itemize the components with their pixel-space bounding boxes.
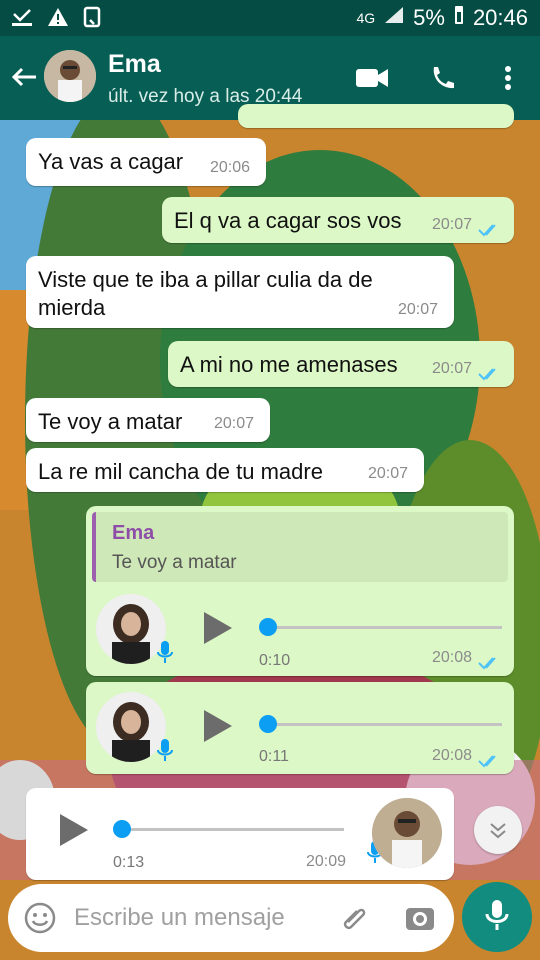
nfc-icon: [82, 6, 106, 34]
attach-icon[interactable]: [338, 902, 370, 939]
voice-duration: 0:11: [259, 748, 289, 765]
message-text: Te voy a matar: [38, 409, 183, 434]
status-time: 20:46: [472, 5, 528, 30]
message-outgoing[interactable]: A mi no me amenases 20:07: [168, 341, 514, 387]
message-time: 20:07: [397, 301, 438, 318]
audio-progress-handle[interactable]: [113, 820, 131, 838]
audio-track[interactable]: [122, 828, 344, 831]
message-incoming[interactable]: Viste que te iba a pillar culia da de mi…: [26, 256, 454, 328]
more-icon[interactable]: [490, 60, 526, 96]
message-input[interactable]: [72, 902, 326, 934]
message-text: Ya vas a cagar: [38, 149, 184, 174]
play-button[interactable]: [204, 612, 232, 644]
voice-message-outgoing[interactable]: Ema Te voy a matar 0:10 20:08: [86, 506, 514, 676]
read-ticks-icon: [478, 748, 502, 768]
play-button[interactable]: [204, 710, 232, 742]
message-line-1: Viste que te iba a pillar culia da de: [38, 267, 373, 292]
signal-icon: [383, 5, 405, 31]
message-text: Viste que te iba a pillar culia da de mi…: [38, 266, 373, 322]
audio-track[interactable]: [268, 626, 502, 629]
mic-icon: [484, 898, 510, 937]
contact-avatar[interactable]: [44, 50, 96, 102]
back-icon[interactable]: [10, 62, 40, 92]
voice-duration: 0:13: [113, 854, 145, 871]
scroll-down-button[interactable]: [474, 806, 522, 854]
message-time: 20:07: [431, 360, 472, 377]
message-time: 20:07: [431, 216, 472, 233]
audio-track[interactable]: [268, 723, 502, 726]
mic-icon: [156, 738, 174, 768]
contact-name[interactable]: Ema: [108, 50, 161, 79]
read-ticks-icon: [478, 217, 502, 237]
play-button[interactable]: [60, 814, 88, 846]
phone-icon[interactable]: [424, 60, 460, 96]
message-time: 20:07: [367, 465, 408, 482]
voice-message-incoming[interactable]: 0:13 20:09: [26, 788, 454, 880]
read-ticks-icon: [478, 650, 502, 670]
network-type: 4G: [356, 10, 376, 26]
status-bar: 4G 5% 20:46: [0, 0, 540, 36]
download-icon: [10, 6, 34, 34]
voice-record-button[interactable]: [462, 882, 532, 952]
message-time: 20:08: [431, 649, 472, 666]
voice-duration: 0:10: [259, 652, 291, 669]
message-time: 20:09: [305, 853, 346, 870]
message-incoming[interactable]: La re mil cancha de tu madre 20:07: [26, 448, 424, 492]
message-incoming[interactable]: Te voy a matar 20:07: [26, 398, 270, 442]
quoted-sender: Ema: [112, 522, 155, 544]
audio-progress-handle[interactable]: [259, 618, 277, 636]
message-incoming[interactable]: Ya vas a cagar 20:06: [26, 138, 266, 186]
video-call-icon[interactable]: [354, 60, 390, 96]
message-bubble-partial[interactable]: [238, 104, 514, 128]
message-composer: [8, 884, 454, 952]
battery-percent: 5%: [413, 5, 445, 30]
message-time: 20:08: [431, 747, 472, 764]
audio-progress-handle[interactable]: [259, 715, 277, 733]
camera-icon[interactable]: [404, 902, 436, 939]
quoted-text: Te voy a matar: [112, 552, 237, 573]
warning-icon: [46, 6, 70, 34]
message-outgoing[interactable]: El q va a cagar sos vos 20:07: [162, 197, 514, 243]
sender-avatar: [372, 798, 442, 868]
emoji-icon[interactable]: [24, 902, 56, 939]
quoted-message[interactable]: Ema Te voy a matar: [92, 512, 508, 582]
message-line-2: mierda: [38, 295, 106, 320]
message-time: 20:06: [209, 159, 250, 176]
mic-icon: [156, 640, 174, 670]
message-time: 20:07: [213, 415, 254, 432]
voice-message-outgoing[interactable]: 0:11 20:08: [86, 682, 514, 774]
message-text: A mi no me amenases: [180, 352, 398, 377]
message-text: La re mil cancha de tu madre: [38, 459, 323, 484]
read-ticks-icon: [478, 361, 502, 381]
message-text: El q va a cagar sos vos: [174, 208, 402, 233]
battery-icon: [453, 4, 465, 32]
